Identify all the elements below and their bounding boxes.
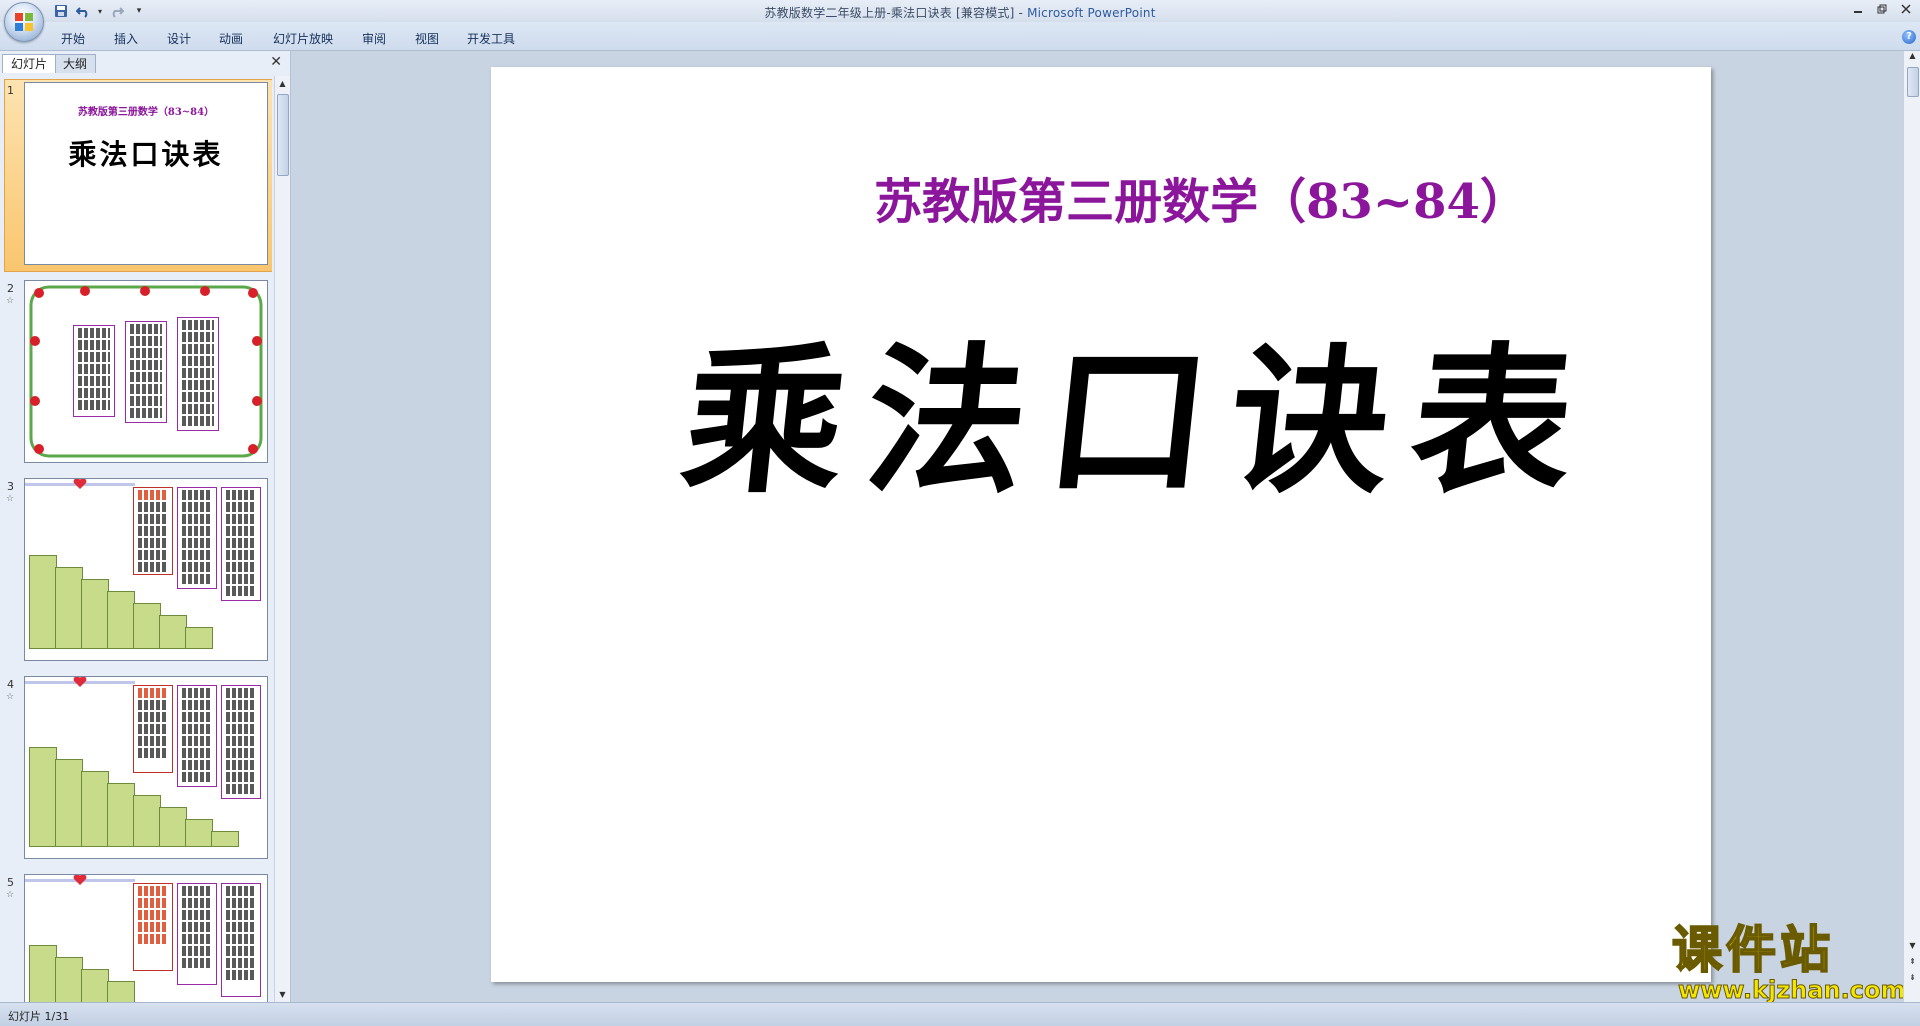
status-bar: 幻灯片 1/31 (0, 1002, 1920, 1026)
restore-button[interactable] (1870, 0, 1894, 18)
panel-tabs: 大纲 幻灯片 ✕ (0, 51, 290, 73)
window-controls (1846, 0, 1918, 18)
slide-thumbnail-2[interactable] (24, 280, 268, 463)
ribbon-tabs: 开始 插入 设计 动画 幻灯片放映 审阅 视图 开发工具 ? (0, 22, 1920, 51)
slide-thumbnail-5[interactable] (24, 874, 268, 1002)
restore-icon (1877, 4, 1887, 14)
scroll-down-icon[interactable]: ▼ (275, 987, 290, 1002)
close-icon (1901, 4, 1911, 14)
table-column (221, 685, 261, 799)
tab-slides[interactable]: 幻灯片 (2, 54, 57, 73)
slide-counter: 幻灯片 1/31 (8, 1010, 70, 1023)
tab-animations[interactable]: 动画 (219, 30, 243, 47)
tab-home[interactable]: 开始 (61, 30, 85, 47)
watermark-text: 课件站 (1671, 921, 1834, 979)
scroll-thumb[interactable] (277, 94, 289, 176)
table-column (73, 325, 115, 417)
animation-star-icon: ☆ (6, 692, 15, 702)
scroll-up-icon[interactable]: ▲ (275, 76, 290, 91)
table-column (177, 487, 217, 589)
thumbnail-title: 乘法口诀表 (68, 138, 224, 171)
tab-view[interactable]: 视图 (415, 30, 439, 47)
table-column (221, 487, 261, 601)
scroll-up-icon[interactable]: ▲ (1904, 51, 1920, 65)
table-column (133, 487, 173, 575)
minimize-button[interactable] (1846, 0, 1870, 18)
help-icon[interactable]: ? (1902, 30, 1916, 44)
slide-number: 5 (7, 876, 14, 889)
table-column (177, 317, 219, 431)
scroll-down-icon[interactable]: ▼ (1904, 941, 1920, 955)
slide-thumbnails: 1 苏教版第三册数学（83~84） 乘法口诀表 2 ☆ 3 ☆ 4 ☆ 5 ☆ (0, 76, 272, 1002)
slide-workspace: 苏教版第三册数学（83~84） 乘法口诀表 课件站 www.kjzhan.com (291, 51, 1906, 1005)
tab-design[interactable]: 设计 (167, 30, 191, 47)
slide-thumbnail-3[interactable] (24, 478, 268, 661)
editor-scrollbar[interactable]: ▲ ▼ ⇞ ⇟ (1903, 51, 1920, 1002)
slide-number: 1 (7, 84, 14, 97)
thumbnail-subtitle: 苏教版第三册数学（83~84） (77, 107, 215, 118)
title-bar: ▾ ▾ 苏教版数学二年级上册-乘法口诀表 [兼容模式] - Microsoft … (0, 0, 1920, 22)
document-title: 苏教版数学二年级上册-乘法口诀表 [兼容模式] (764, 6, 1015, 20)
scroll-thumb[interactable] (1907, 67, 1919, 97)
slide-thumbnail-1[interactable]: 苏教版第三册数学（83~84） 乘法口诀表 (24, 82, 268, 265)
office-logo-icon (15, 13, 33, 31)
window-title: 苏教版数学二年级上册-乘法口诀表 [兼容模式] - Microsoft Powe… (0, 4, 1920, 21)
table-column (133, 685, 173, 773)
previous-slide-icon[interactable]: ⇞ (1904, 957, 1920, 971)
slide-subtitle[interactable]: 苏教版第三册数学（83~84） (831, 162, 1571, 232)
tab-developer[interactable]: 开发工具 (467, 30, 515, 47)
thumbnails-scrollbar[interactable]: ▲ ▼ (274, 76, 290, 1002)
next-slide-icon[interactable]: ⇟ (1904, 973, 1920, 987)
table-column (221, 883, 261, 997)
minimize-icon (1854, 11, 1862, 13)
tab-slide-show[interactable]: 幻灯片放映 (273, 30, 333, 47)
table-column (177, 883, 217, 985)
tab-outline[interactable]: 大纲 (54, 54, 97, 73)
slide-title[interactable]: 乘法口诀表 (629, 292, 1653, 524)
slide-number: 3 (7, 480, 14, 493)
slide-canvas[interactable]: 苏教版第三册数学（83~84） 乘法口诀表 (491, 67, 1711, 982)
app-name: Microsoft PowerPoint (1027, 6, 1156, 20)
watermark-logo: 课件站 www.kjzhan.com (1671, 921, 1906, 1005)
slide-number: 4 (7, 678, 14, 691)
animation-star-icon: ☆ (6, 890, 15, 900)
tab-insert[interactable]: 插入 (114, 30, 138, 47)
office-button[interactable] (4, 2, 44, 42)
title-separator: - (1014, 6, 1028, 20)
slide-thumbnail-4[interactable] (24, 676, 268, 859)
table-column (177, 685, 217, 787)
table-column (125, 321, 167, 423)
close-button[interactable] (1894, 0, 1918, 18)
close-panel-icon[interactable]: ✕ (270, 54, 282, 70)
animation-star-icon: ☆ (6, 494, 15, 504)
slides-panel: 大纲 幻灯片 ✕ 1 苏教版第三册数学（83~84） 乘法口诀表 2 ☆ 3 ☆… (0, 51, 291, 1002)
tab-review[interactable]: 审阅 (362, 30, 386, 47)
animation-star-icon: ☆ (6, 296, 15, 306)
watermark-url: www.kjzhan.com (1678, 976, 1906, 1005)
slide-number: 2 (7, 282, 14, 295)
table-column (133, 883, 173, 971)
